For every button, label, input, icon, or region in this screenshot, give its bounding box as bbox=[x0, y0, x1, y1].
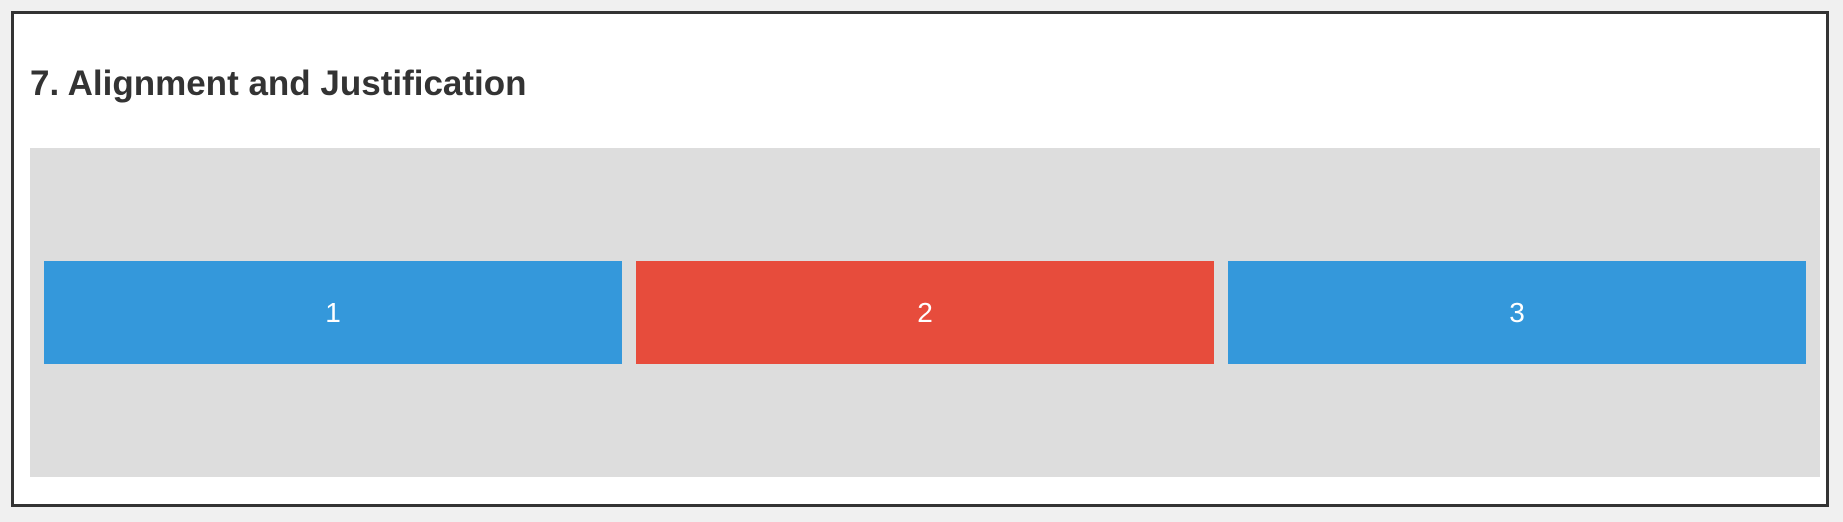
demo-panel: 7. Alignment and Justification 1 2 3 bbox=[11, 11, 1829, 507]
flex-item-3: 3 bbox=[1228, 261, 1806, 364]
flex-container: 1 2 3 bbox=[30, 148, 1820, 477]
section-title: 7. Alignment and Justification bbox=[30, 64, 527, 103]
flex-item-1: 1 bbox=[44, 261, 622, 364]
flex-item-2: 2 bbox=[636, 261, 1214, 364]
